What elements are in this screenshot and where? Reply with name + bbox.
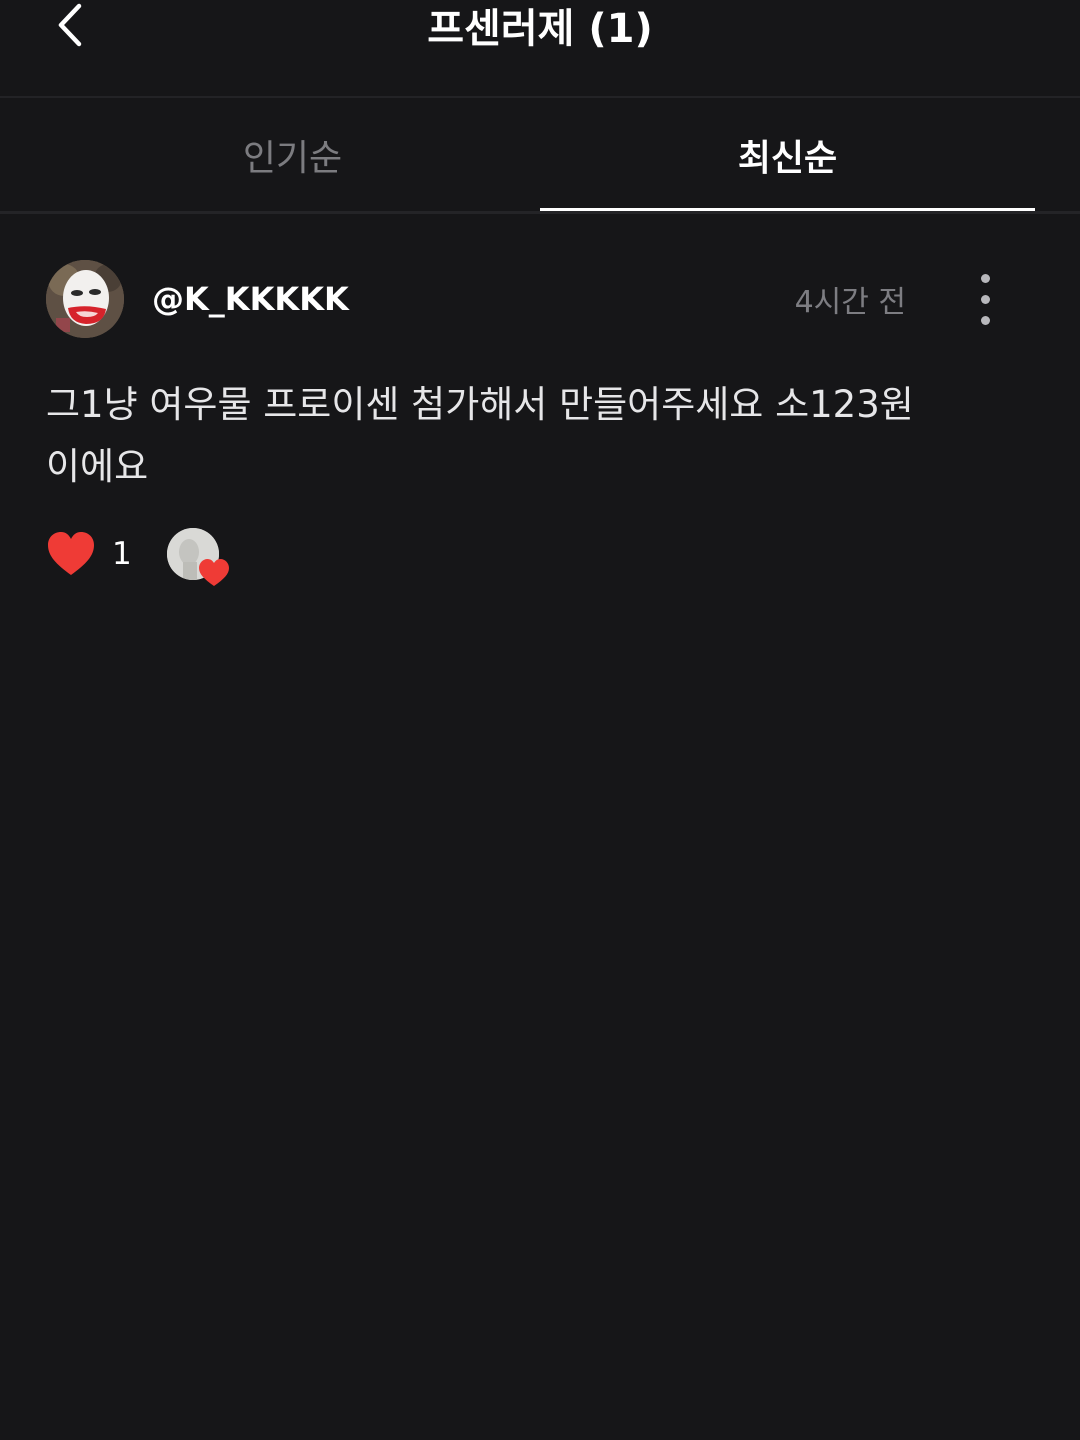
page-title: 프센러제 (1) xyxy=(427,6,653,52)
header: 프센러제 (1) xyxy=(0,0,1080,98)
tab-popular[interactable]: 인기순 xyxy=(45,98,540,211)
sort-tabs: 인기순 최신순 xyxy=(0,98,1080,214)
like-button[interactable] xyxy=(46,530,96,578)
username[interactable]: @K_KKKKK xyxy=(152,276,349,322)
like-count: 1 xyxy=(112,536,132,572)
heart-icon xyxy=(48,532,94,575)
liked-badge-heart-icon xyxy=(199,559,229,586)
comment-actions: 1 xyxy=(46,526,446,586)
timestamp: 4시간 전 xyxy=(794,285,906,320)
comments-screen: 프센러제 (1) 인기순 최신순 @K_KKKKK 4시간 전 그1냥 여우물 … xyxy=(0,0,1080,1440)
tab-latest[interactable]: 최신순 xyxy=(540,98,1035,211)
avatar[interactable] xyxy=(46,260,124,338)
avatar-image xyxy=(46,260,124,338)
more-vertical-icon xyxy=(980,315,990,325)
more-vertical-icon xyxy=(980,294,990,304)
active-tab-indicator xyxy=(540,208,1035,211)
more-vertical-icon xyxy=(980,273,990,283)
comment-text: 그1냥 여우물 프로이센 첨가해서 만들어주세요 소123원 이에요 xyxy=(46,383,914,488)
more-options-button[interactable] xyxy=(960,266,1010,332)
